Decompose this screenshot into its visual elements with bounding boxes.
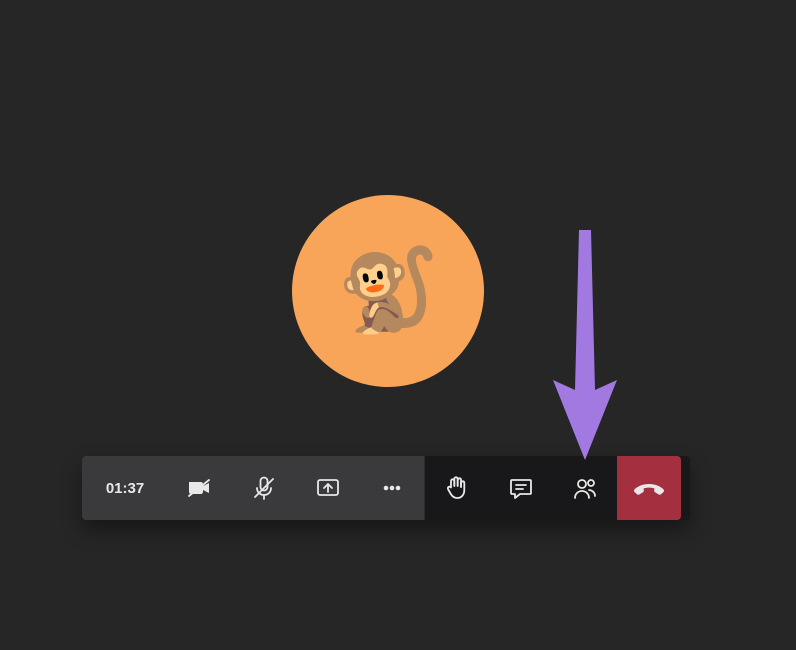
- call-toolbar: 01:37: [82, 456, 690, 520]
- participants-button[interactable]: [553, 456, 617, 520]
- monkey-icon: 🐒: [337, 243, 439, 339]
- more-actions-button[interactable]: [360, 456, 425, 520]
- call-duration: 01:37: [82, 456, 168, 520]
- annotation-arrow: [545, 230, 645, 470]
- people-icon: [571, 474, 599, 502]
- share-screen-icon: [314, 474, 342, 502]
- hang-up-icon: [632, 474, 666, 502]
- call-duration-label: 01:37: [106, 480, 144, 497]
- ellipsis-icon: [378, 474, 406, 502]
- mic-toggle-button[interactable]: [232, 456, 296, 520]
- hang-up-button[interactable]: [617, 456, 681, 520]
- hand-icon: [443, 474, 471, 502]
- share-screen-button[interactable]: [296, 456, 360, 520]
- mic-off-icon: [250, 474, 278, 502]
- chat-button[interactable]: [489, 456, 553, 520]
- camera-toggle-button[interactable]: [168, 456, 232, 520]
- participant-avatar: 🐒: [292, 195, 484, 387]
- raise-hand-button[interactable]: [425, 456, 489, 520]
- chat-icon: [507, 474, 535, 502]
- camera-off-icon: [186, 474, 214, 502]
